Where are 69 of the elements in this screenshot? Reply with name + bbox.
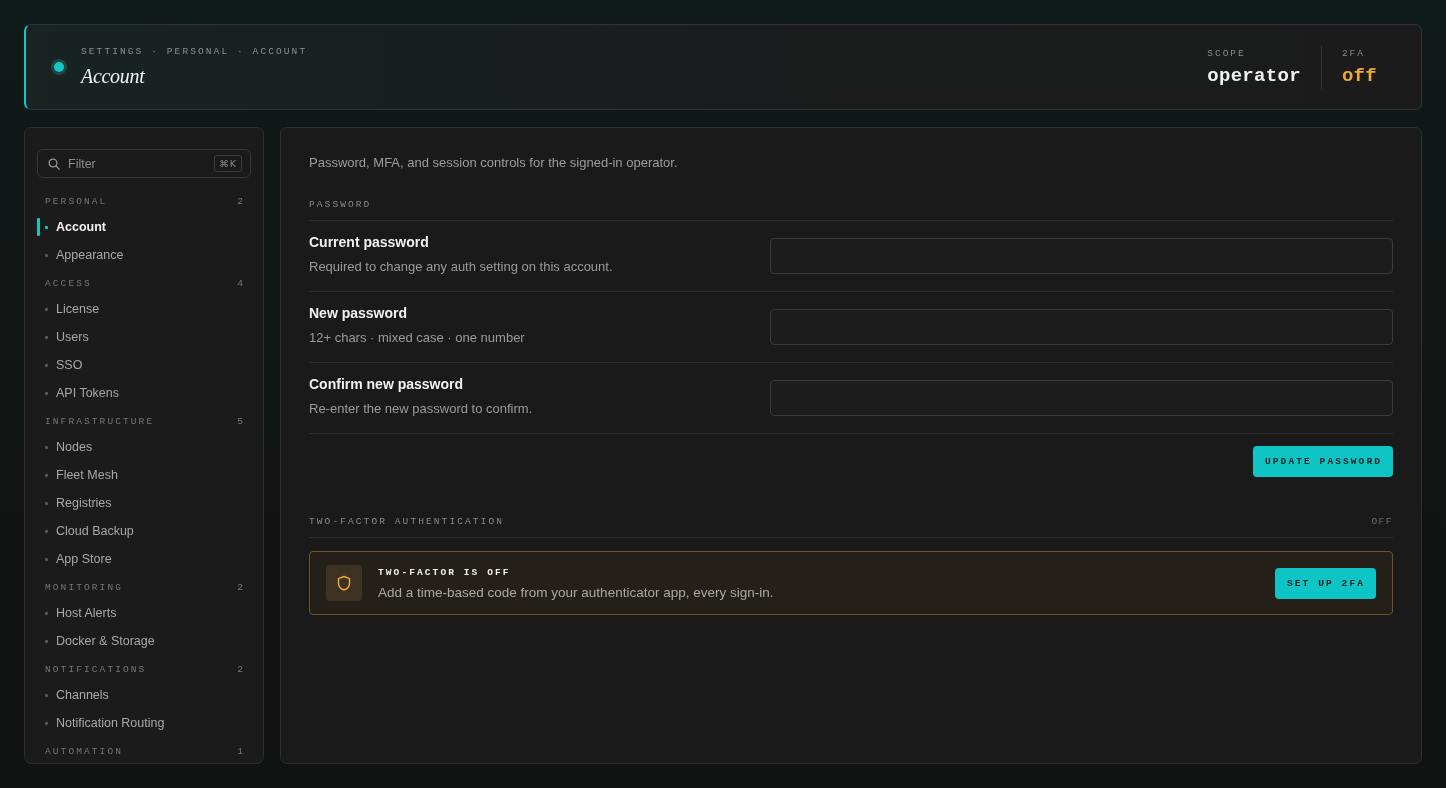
- bullet-icon: [45, 557, 48, 561]
- section-title: TWO-FACTOR AUTHENTICATION: [309, 515, 505, 529]
- update-password-button[interactable]: UPDATE PASSWORD: [1253, 446, 1393, 477]
- section-status: OFF: [1371, 515, 1393, 529]
- group-label: MONITORING: [45, 581, 123, 595]
- bullet-icon: [45, 639, 48, 643]
- bullet-icon: [45, 391, 48, 395]
- group-count: 2: [237, 581, 243, 595]
- stat-value: off: [1341, 64, 1377, 87]
- field-label: Current password: [309, 233, 429, 251]
- field-label: Confirm new password: [309, 375, 464, 393]
- password-field[interactable]: [770, 380, 1393, 416]
- group-label: NOTIFICATIONS: [45, 663, 147, 677]
- page-title: Account: [81, 64, 145, 88]
- shortcut-key: ⌘K: [214, 155, 242, 172]
- sidebar-item[interactable]: Cloud Backup: [37, 517, 251, 545]
- group-count: 1: [237, 745, 243, 759]
- intro-text: Password, MFA, and session controls for the signed-in operator.: [309, 154, 678, 172]
- stat-label: 2FA: [1341, 47, 1365, 60]
- group-label: PERSONAL: [45, 195, 108, 209]
- sidebar-item[interactable]: Notification Routing: [37, 709, 251, 737]
- field-hint: Re-enter the new password to confirm.: [309, 400, 533, 418]
- bullet-icon: [45, 529, 48, 533]
- bullet-icon: [45, 473, 48, 477]
- bullet-icon: [45, 501, 48, 505]
- field-label: New password: [309, 304, 408, 322]
- status-dot-icon: [51, 59, 67, 75]
- sidebar-item[interactable]: Docker & Storage: [37, 627, 251, 655]
- bullet-icon: [45, 693, 48, 697]
- group-label: AUTOMATION: [45, 745, 123, 759]
- group-count: 4: [237, 277, 243, 291]
- alert-description: Add a time-based code from your authenticator app, every sign-in.: [378, 583, 774, 601]
- shield-icon: [326, 565, 362, 601]
- group-count: 2: [237, 195, 243, 209]
- search-icon: [48, 158, 60, 170]
- sidebar-item[interactable]: App Store: [37, 545, 251, 573]
- bullet-icon: [45, 445, 48, 449]
- bullet-icon: [45, 335, 48, 339]
- alert-title: TWO-FACTOR IS OFF: [378, 565, 511, 579]
- sidebar-item[interactable]: Host Alerts: [37, 599, 251, 627]
- password-field[interactable]: [770, 309, 1393, 345]
- sidebar-item[interactable]: SSO: [37, 351, 251, 379]
- stat-label: SCOPE: [1207, 47, 1246, 60]
- group-count: 5: [237, 415, 243, 429]
- sidebar-item[interactable]: Channels: [37, 681, 251, 709]
- stat-value: operator: [1207, 64, 1301, 87]
- set-up-2fa-button[interactable]: SET UP 2FA: [1275, 567, 1376, 599]
- sidebar-item[interactable]: Users: [37, 323, 251, 351]
- sidebar-item[interactable]: API Tokens: [37, 379, 251, 407]
- group-label: ACCESS: [45, 277, 92, 291]
- sidebar-item[interactable]: License: [37, 295, 251, 323]
- sidebar-item[interactable]: Appearance: [37, 241, 251, 269]
- sidebar-item[interactable]: Nodes: [37, 433, 251, 461]
- group-label: INFRASTRUCTURE: [45, 415, 155, 429]
- bullet-icon: [45, 307, 48, 311]
- bullet-icon: [45, 225, 48, 229]
- field-hint: Required to change any auth setting on this account.: [309, 258, 613, 276]
- sidebar-item[interactable]: Fleet Mesh: [37, 461, 251, 489]
- bullet-icon: [45, 721, 48, 725]
- sidebar-item[interactable]: Account: [37, 213, 251, 241]
- section-title: PASSWORD: [309, 198, 372, 212]
- field-hint: 12+ chars · mixed case · one number: [309, 329, 525, 347]
- group-count: 2: [237, 663, 243, 677]
- sidebar-item[interactable]: Registries: [37, 489, 251, 517]
- breadcrumb: SETTINGS · PERSONAL · ACCOUNT: [81, 46, 308, 58]
- bullet-icon: [45, 611, 48, 615]
- password-field[interactable]: [770, 238, 1393, 274]
- bullet-icon: [45, 363, 48, 367]
- bullet-icon: [45, 253, 48, 257]
